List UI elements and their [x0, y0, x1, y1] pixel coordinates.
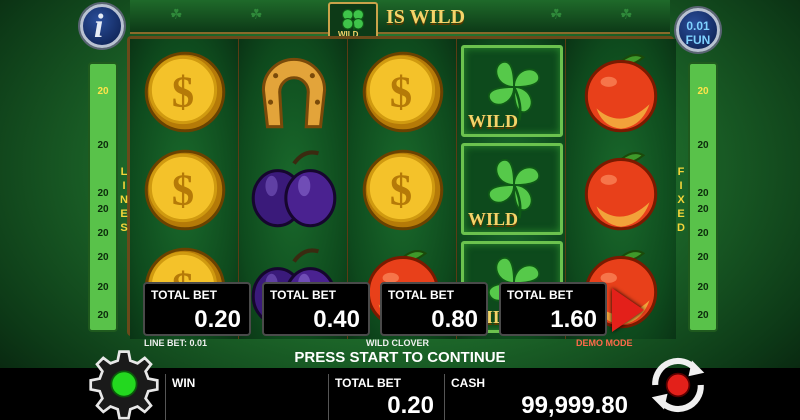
gold-coin-icon: $: [144, 149, 226, 231]
line-number[interactable]: 20: [690, 188, 716, 199]
game-screen: ☘ ☘ ☘ ☘ WILD IS WILD i 0.01 FUN 20 20 20…: [0, 0, 800, 420]
peach-symbol: [570, 45, 672, 137]
bet-option-label: TOTAL BET: [388, 288, 454, 302]
shamrock-decoration-icon: ☘: [170, 6, 183, 22]
side-word-letter: E: [120, 208, 128, 220]
bet-option-value: 0.40: [313, 306, 360, 333]
wild-label: WILD: [468, 209, 519, 229]
status-indicator: [110, 370, 138, 398]
bet-option-value: 1.60: [550, 306, 597, 333]
gold-coin-symbol: $: [134, 143, 236, 235]
line-number[interactable]: 20: [690, 204, 716, 215]
total-bet-panel: TOTAL BET 0.20: [328, 374, 440, 420]
bet-option-value: 0.20: [194, 306, 241, 333]
bet-option-label: TOTAL BET: [151, 288, 217, 302]
demo-mode-text: DEMO MODE: [576, 338, 633, 348]
win-panel: WIN: [165, 374, 325, 420]
line-number[interactable]: 20: [690, 86, 716, 97]
gold-coin-icon: $: [362, 149, 444, 231]
bet-option-0-80[interactable]: TOTAL BET 0.80: [380, 282, 488, 336]
line-number[interactable]: 20: [90, 228, 116, 239]
side-word-letter: E: [677, 208, 685, 220]
fun-mode-label: FUN: [685, 33, 711, 47]
line-number[interactable]: 20: [90, 282, 116, 293]
fun-amount: 0.01: [686, 19, 710, 33]
cash-label: CASH: [451, 376, 486, 390]
wild-label: WILD: [468, 111, 519, 131]
fun-balance-button[interactable]: 0.01 FUN: [676, 8, 720, 52]
total-bet-label: TOTAL BET: [335, 376, 401, 390]
svg-text:$: $: [172, 66, 194, 116]
gold-coin-symbol: $: [352, 45, 454, 137]
horseshoe-icon: [261, 57, 327, 129]
gold-coin-symbol: $: [134, 45, 236, 137]
gold-coin-icon: $: [362, 51, 444, 133]
settings-gear-icon[interactable]: [86, 348, 162, 420]
bet-option-0-20[interactable]: TOTAL BET 0.20: [143, 282, 251, 336]
lines-indicator-left: 20 20 20 20 20 20 20 20: [88, 62, 118, 332]
wild-symbol: WILD: [461, 45, 563, 137]
bet-option-1-60[interactable]: TOTAL BET 1.60: [499, 282, 607, 336]
win-label: WIN: [172, 376, 196, 390]
line-number[interactable]: 20: [90, 86, 116, 97]
bet-option-value: 0.80: [431, 306, 478, 333]
gold-coin-icon: $: [144, 51, 226, 133]
peach-symbol: [570, 143, 672, 235]
line-bet-text: LINE BET: 0.01: [144, 338, 208, 348]
bet-option-0-40[interactable]: TOTAL BET 0.40: [262, 282, 370, 336]
shamrock-decoration-icon: ☘: [620, 6, 633, 22]
bet-option-label: TOTAL BET: [270, 288, 336, 302]
side-word-letter: S: [120, 222, 128, 234]
plum-symbol: [243, 143, 345, 235]
play-arrow-icon[interactable]: [612, 288, 644, 332]
line-number[interactable]: 20: [90, 204, 116, 215]
line-number[interactable]: 20: [690, 252, 716, 263]
shamrock-decoration-icon: ☘: [250, 6, 263, 22]
line-number[interactable]: 20: [690, 140, 716, 151]
banner-title: IS WILD: [386, 6, 466, 28]
horseshoe-symbol: [243, 45, 345, 137]
side-word-letter: I: [679, 180, 683, 192]
autoplay-icon[interactable]: [640, 350, 716, 420]
bet-option-label: TOTAL BET: [507, 288, 573, 302]
plum-icon: [251, 150, 337, 228]
svg-text:$: $: [390, 66, 412, 116]
info-button[interactable]: i: [80, 4, 124, 48]
game-name-text: WILD CLOVER: [366, 338, 429, 348]
side-word-letter: N: [120, 194, 128, 206]
info-icon: i: [94, 8, 104, 45]
line-number[interactable]: 20: [690, 310, 716, 321]
lines-indicator-right: 20 20 20 20 20 20 20 20: [688, 62, 718, 332]
line-number[interactable]: 20: [690, 282, 716, 293]
peach-icon: [584, 152, 658, 231]
line-number[interactable]: 20: [90, 252, 116, 263]
line-number[interactable]: 20: [90, 140, 116, 151]
peach-icon: [584, 54, 658, 133]
side-word-letter: I: [122, 180, 126, 192]
fixed-label: FIXED: [674, 165, 688, 235]
side-word-letter: L: [120, 166, 128, 178]
side-word-letter: F: [677, 166, 685, 178]
cash-panel: CASH 99,999.80: [444, 374, 634, 420]
lines-label: LINES: [117, 165, 131, 235]
line-number[interactable]: 20: [90, 188, 116, 199]
wild-symbol: WILD: [461, 143, 563, 235]
shamrock-decoration-icon: ☘: [550, 6, 563, 22]
side-word-letter: X: [677, 194, 685, 206]
svg-text:$: $: [390, 164, 412, 214]
line-number[interactable]: 20: [690, 228, 716, 239]
svg-text:$: $: [172, 164, 194, 214]
total-bet-value: 0.20: [387, 392, 434, 419]
side-word-letter: D: [677, 222, 685, 234]
cash-value: 99,999.80: [521, 392, 628, 419]
line-number[interactable]: 20: [90, 310, 116, 321]
gold-coin-symbol: $: [352, 143, 454, 235]
